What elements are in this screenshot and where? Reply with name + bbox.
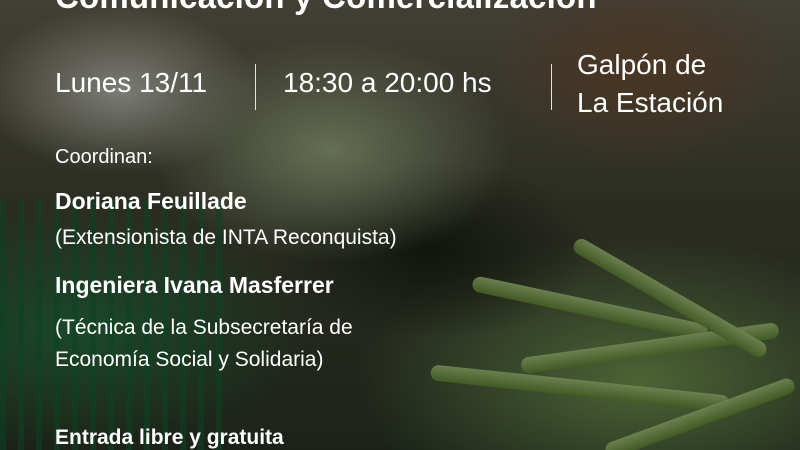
- event-title: Comunicación y Comercialización: [55, 0, 597, 16]
- event-place: Galpón de La Estación: [577, 46, 723, 122]
- coordinator-role: Economía Social y Solidaria): [55, 348, 324, 371]
- event-date-row: Lunes 13/11: [55, 60, 255, 120]
- event-place-line1: Galpón de: [577, 49, 707, 80]
- coordinator-name: Doriana Feuillade: [55, 188, 247, 214]
- coordinators-label: Coordinan:: [55, 146, 153, 168]
- event-info: Comunicación y Comercialización Lunes 13…: [55, 0, 800, 450]
- divider: [551, 64, 552, 110]
- entry-note: Entrada libre y gratuita: [55, 426, 284, 449]
- coordinator-role: (Extensionista de INTA Reconquista): [55, 226, 397, 249]
- event-time: 18:30 a 20:00 hs: [283, 67, 492, 98]
- event-date: Lunes 13/11: [55, 67, 208, 98]
- coordinator-name: Ingeniera Ivana Masferrer: [55, 272, 334, 298]
- divider: [255, 64, 256, 110]
- event-place-line2: La Estación: [577, 87, 724, 118]
- coordinator-role: (Técnica de la Subsecretaría de: [55, 316, 353, 339]
